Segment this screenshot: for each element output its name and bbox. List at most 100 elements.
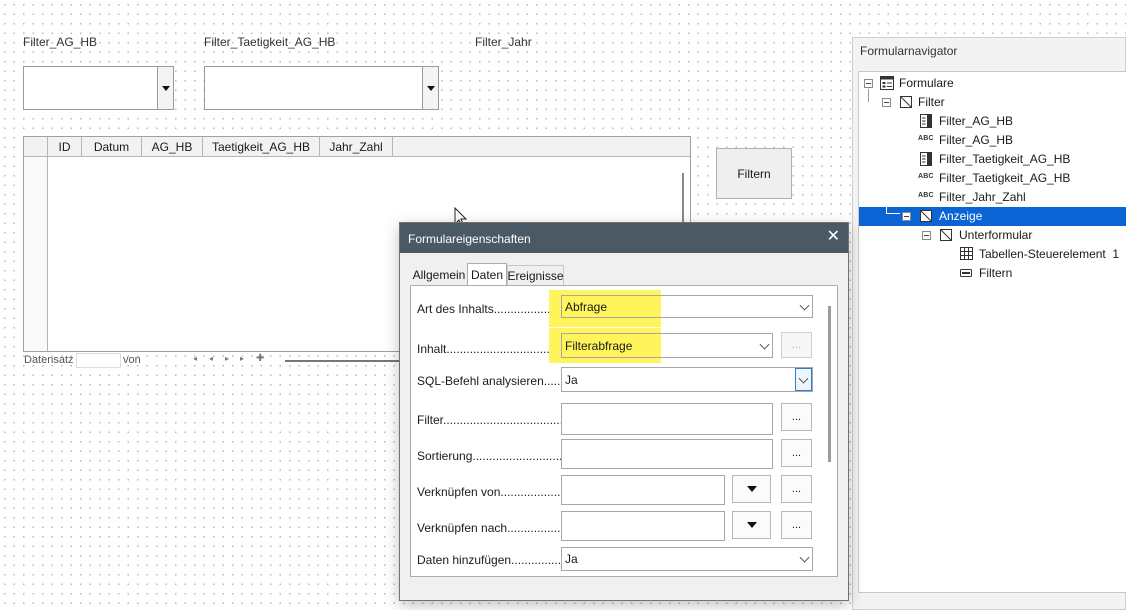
column-header-datum[interactable]: Datum — [82, 137, 142, 156]
tree-item-formulare[interactable]: Formulare — [859, 74, 1126, 93]
panel-scrollbar[interactable] — [828, 306, 831, 462]
tree-item-filter-ag-hb-listbox[interactable]: Filter_AG_HB — [859, 112, 1126, 131]
tree-item-label: Filter_Taetigkeit_AG_HB — [939, 152, 1071, 166]
verknuepfen-nach-dropdown[interactable] — [732, 511, 771, 539]
verknuepfen-nach-input[interactable] — [561, 511, 725, 541]
filtern-button[interactable]: Filtern — [716, 148, 792, 199]
grid-row-headers — [24, 157, 48, 351]
verknuepfen-von-dropdown[interactable] — [732, 475, 771, 503]
tree-item-label: Filter_AG_HB — [939, 133, 1014, 147]
filter-ag-hb-combobox[interactable] — [23, 66, 174, 110]
table-control-icon — [960, 247, 973, 260]
dialog-title: Formulareigenschaften — [408, 232, 531, 246]
new-record-icon[interactable]: ✚ — [256, 353, 264, 364]
tree-item-filter-ag-hb-label[interactable]: ABC Filter_AG_HB — [859, 131, 1126, 150]
tree-item-filter-taetigkeit-listbox[interactable]: Filter_Taetigkeit_AG_HB — [859, 150, 1126, 169]
label-field-icon: ABC — [918, 173, 934, 180]
tree-item-label: Filter — [918, 95, 945, 109]
inhalt-select[interactable]: Filterabfrage — [561, 333, 773, 358]
label-field-icon: ABC — [918, 192, 934, 199]
daten-hinzufuegen-select[interactable]: Ja — [561, 547, 813, 571]
chevron-down-icon — [161, 85, 170, 91]
form-icon — [900, 96, 912, 108]
dialog-titlebar[interactable]: Formulareigenschaften ✕ — [400, 223, 848, 253]
chevron-down-icon — [426, 85, 435, 91]
grid-header: ID Datum AG_HB Taetigkeit_AG_HB Jahr_Zah… — [24, 137, 690, 157]
listbox-icon — [920, 114, 932, 128]
form-icon — [920, 210, 932, 222]
tree-item-filter[interactable]: Filter — [859, 89, 1126, 112]
label-art-des-inhalts: Art des Inhalts...................... — [417, 302, 568, 316]
verknuepfen-von-input[interactable] — [561, 475, 725, 505]
verknuepfen-von-browse-button[interactable]: ... — [781, 475, 812, 503]
column-header-taetigkeit[interactable]: Taetigkeit_AG_HB — [203, 137, 320, 156]
first-record-icon[interactable]: ◂ — [193, 354, 197, 363]
form-properties-dialog: Formulareigenschaften ✕ Allgemein Daten … — [399, 222, 849, 601]
label-field-icon: ABC — [918, 135, 934, 142]
collapse-icon[interactable] — [864, 79, 873, 88]
chevron-down-icon — [746, 486, 757, 492]
tree-item-label: Filter_Taetigkeit_AG_HB — [939, 171, 1071, 185]
tree-item-filter-taetigkeit-label[interactable]: ABC Filter_Taetigkeit_AG_HB — [859, 169, 1126, 188]
filter-browse-button[interactable]: ... — [781, 403, 812, 431]
of-label: von — [123, 354, 141, 366]
tree-item-tabellen-steuerelement[interactable]: Tabellen-Steuerelement 1 — [859, 245, 1126, 264]
filter-input[interactable] — [561, 403, 773, 435]
properties-panel: Art des Inhalts...................... Ab… — [410, 285, 838, 577]
tree-item-label: Filter_Jahr_Zahl — [939, 190, 1026, 204]
next-record-icon[interactable]: ▸ — [225, 354, 229, 363]
record-label: Datensatz — [24, 354, 74, 366]
sql-befehl-select[interactable]: Ja — [561, 367, 813, 392]
tree-item-filtern[interactable]: Filtern — [859, 264, 1126, 283]
tree-item-label: Filter_AG_HB — [939, 114, 1014, 128]
form-navigator-window: Formularnavigator Formulare Filter Filte… — [852, 37, 1126, 610]
last-record-icon[interactable]: ▸ — [240, 354, 244, 363]
sql-befehl-value: Ja — [565, 372, 578, 387]
tree-item-label: Filtern — [979, 266, 1013, 280]
label-sql-befehl: SQL-Befehl analysieren....... — [417, 374, 568, 388]
chevron-down-icon — [799, 300, 810, 311]
tab-allgemein[interactable]: Allgemein — [410, 265, 468, 285]
inhalt-browse-button[interactable]: ... — [781, 332, 812, 358]
navigator-tree[interactable]: Formulare Filter Filter_AG_HB ABC Filter… — [858, 71, 1126, 593]
label-verknuepfen-nach: Verknüpfen nach................ — [417, 521, 561, 535]
collapse-icon[interactable] — [902, 212, 911, 221]
sortierung-input[interactable] — [561, 439, 773, 469]
combobox-dropdown-button[interactable] — [422, 67, 438, 109]
sortierung-browse-button[interactable]: ... — [781, 439, 812, 467]
inhalt-value: Filterabfrage — [565, 338, 633, 353]
chevron-down-icon — [759, 339, 770, 350]
label-daten-hinzufuegen: Daten hinzufügen............... — [417, 553, 562, 567]
art-des-inhalts-select[interactable]: Abfrage — [561, 295, 813, 318]
verknuepfen-nach-browse-button[interactable]: ... — [781, 511, 812, 539]
label-verknuepfen-von: Verknüpfen von.................. — [417, 485, 561, 499]
chevron-down-icon — [799, 552, 810, 563]
tree-item-filter-jahr-zahl[interactable]: ABC Filter_Jahr_Zahl — [859, 188, 1126, 207]
column-header-ag-hb[interactable]: AG_HB — [142, 137, 203, 156]
column-header-id[interactable]: ID — [48, 137, 82, 156]
column-header-jahr-zahl[interactable]: Jahr_Zahl — [320, 137, 393, 156]
collapse-icon[interactable] — [882, 98, 891, 107]
label-filter-jahr: Filter_Jahr — [475, 35, 532, 49]
art-des-inhalts-value: Abfrage — [565, 299, 608, 314]
close-icon[interactable]: ✕ — [827, 228, 840, 246]
horizontal-scrollbar[interactable] — [285, 360, 403, 362]
listbox-icon — [920, 152, 932, 166]
filter-taetigkeit-combobox[interactable] — [204, 66, 439, 110]
navigator-title: Formularnavigator — [860, 44, 958, 58]
record-number-field[interactable] — [76, 353, 121, 368]
label-filter-taetigkeit: Filter_Taetigkeit_AG_HB — [204, 35, 336, 49]
tree-item-unterformular[interactable]: Unterformular — [859, 226, 1126, 245]
daten-hinzufuegen-value: Ja — [565, 552, 578, 566]
collapse-icon[interactable] — [922, 231, 931, 240]
tree-item-anzeige[interactable]: Anzeige — [859, 205, 1126, 226]
tree-item-label: Tabellen-Steuerelement 1 — [979, 247, 1120, 261]
combobox-dropdown-button[interactable] — [157, 67, 173, 109]
grid-corner — [24, 137, 48, 156]
push-button-icon — [960, 269, 972, 277]
tab-daten[interactable]: Daten — [467, 263, 507, 286]
tab-ereignisse[interactable]: Ereignisse — [507, 265, 564, 285]
chevron-down-icon — [746, 522, 757, 528]
prev-record-icon[interactable]: ◂ — [209, 354, 213, 363]
form-icon — [940, 229, 952, 241]
